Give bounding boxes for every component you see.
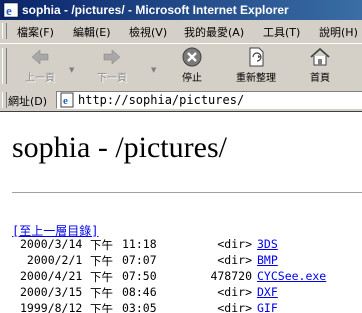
forward-button[interactable]: 下一頁: [86, 46, 138, 88]
menu-view[interactable]: 檢視(V): [129, 24, 167, 40]
file-ampm: 下午: [90, 302, 113, 313]
menu-bar: 檔案(F) 編輯(E) 檢視(V) 我的最愛(A) 工具(T) 說明(H): [0, 20, 362, 44]
page-icon: e: [60, 92, 74, 108]
file-time: 07:50: [122, 269, 157, 283]
home-button[interactable]: 首頁: [294, 46, 346, 88]
file-time: 07:07: [122, 253, 157, 267]
file-row: 2000/3/15 下午 08:46 <dir> DXF: [0, 285, 362, 300]
menu-file[interactable]: 檔案(F): [17, 24, 54, 40]
address-url: http://sophia/pictures/: [78, 93, 245, 107]
menubar-grip[interactable]: [2, 23, 7, 39]
address-label: 網址(D): [8, 95, 48, 108]
file-row: 2000/3/14 下午 11:18 <dir> 3DS: [0, 237, 362, 252]
file-ampm: 下午: [90, 286, 113, 300]
stop-label: 停止: [182, 73, 202, 84]
address-bar: 網址(D) e http://sophia/pictures/: [0, 89, 362, 112]
file-date: 2000/2/1: [20, 253, 83, 267]
file-size: <dir>: [217, 285, 252, 299]
home-icon: [310, 47, 330, 66]
standard-toolbar: 上一頁 ▼ 下一頁 ▼ 停止 重新整理 首頁: [0, 43, 362, 91]
menu-help[interactable]: 說明(H): [319, 24, 358, 40]
svg-text:e: e: [6, 3, 12, 18]
file-link[interactable]: GIF: [257, 301, 278, 313]
title-bar[interactable]: e sophia - /pictures/ - Microsoft Intern…: [0, 0, 362, 20]
file-time: 11:18: [122, 237, 157, 251]
file-ampm: 下午: [90, 270, 113, 284]
refresh-button[interactable]: 重新整理: [230, 46, 282, 88]
file-link[interactable]: CYCSee.exe: [257, 269, 326, 283]
back-arrow-icon: [31, 49, 49, 65]
menu-edit[interactable]: 編輯(E): [73, 24, 111, 40]
back-label: 上一頁: [25, 73, 55, 84]
file-row: 2000/4/21 下午 07:50 478720 CYCSee.exe: [0, 269, 362, 284]
window-title: sophia - /pictures/ - Microsoft Internet…: [22, 3, 289, 17]
stop-icon: [182, 47, 202, 67]
page-title: sophia - /pictures/: [12, 131, 227, 164]
back-dropdown-icon[interactable]: ▼: [69, 66, 74, 74]
page-content: sophia - /pictures/ [至上一層目錄] 2000/3/14 下…: [0, 111, 362, 313]
file-date: 2000/4/21: [20, 269, 83, 283]
home-label: 首頁: [310, 73, 330, 84]
file-date: 2000/3/15: [20, 285, 83, 299]
toolbar-grip[interactable]: [2, 48, 7, 84]
file-link[interactable]: DXF: [257, 285, 278, 299]
forward-dropdown-icon[interactable]: ▼: [151, 66, 156, 74]
file-size: <dir>: [217, 301, 252, 313]
file-size: 478720: [210, 269, 252, 283]
file-date: 1999/8/12: [20, 301, 83, 313]
file-link[interactable]: BMP: [257, 253, 278, 267]
file-time: 08:46: [122, 285, 157, 299]
horizontal-rule: [12, 192, 362, 194]
forward-label: 下一頁: [97, 73, 127, 84]
back-button[interactable]: 上一頁: [14, 46, 66, 88]
file-size: <dir>: [217, 237, 252, 251]
file-date: 2000/3/14: [20, 237, 83, 251]
svg-text:e: e: [63, 95, 68, 107]
refresh-label: 重新整理: [236, 73, 276, 84]
forward-arrow-icon: [103, 49, 121, 65]
address-input[interactable]: e http://sophia/pictures/: [56, 91, 362, 109]
refresh-icon: [249, 47, 264, 67]
file-row: 2000/2/1 下午 07:07 <dir> BMP: [0, 253, 362, 268]
addressbar-grip[interactable]: [2, 92, 7, 108]
file-ampm: 下午: [90, 238, 113, 252]
stop-button[interactable]: 停止: [166, 46, 218, 88]
file-time: 03:05: [122, 301, 157, 313]
file-ampm: 下午: [90, 254, 113, 268]
menu-tools[interactable]: 工具(T): [263, 24, 300, 40]
internet-explorer-icon: e: [3, 2, 19, 18]
menu-favorites[interactable]: 我的最愛(A): [184, 24, 244, 40]
file-link[interactable]: 3DS: [257, 237, 278, 251]
file-row: 1999/8/12 下午 03:05 <dir> GIF: [0, 301, 362, 313]
file-size: <dir>: [217, 253, 252, 267]
